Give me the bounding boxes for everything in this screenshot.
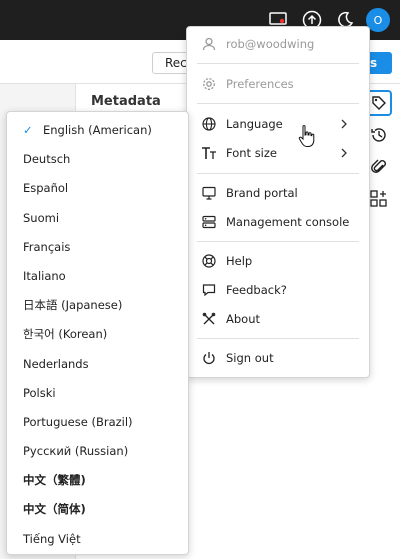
language-option[interactable]: Italiano: [7, 262, 188, 291]
language-option-label: 中文（繁體): [23, 473, 86, 488]
lifebuoy-icon: [201, 253, 217, 269]
language-option-label: Español: [23, 181, 69, 196]
gear-icon: [201, 76, 217, 92]
help-label: Help: [226, 254, 253, 268]
language-option[interactable]: Tiếng Việt: [7, 525, 188, 554]
language-option-label: Deutsch: [23, 152, 71, 167]
menu-item-language[interactable]: Language: [187, 111, 369, 137]
language-option[interactable]: Français: [7, 233, 188, 262]
feedback-label: Feedback?: [226, 283, 287, 297]
menu-divider: [197, 338, 359, 339]
menu-item-brand-portal[interactable]: Brand portal: [187, 180, 369, 206]
language-option[interactable]: 中文（繁體): [7, 466, 188, 495]
language-option-label: Polski: [23, 385, 56, 400]
language-option[interactable]: 한국어 (Korean): [7, 320, 188, 349]
language-option[interactable]: Русский (Russian): [7, 437, 188, 466]
hand-pointer-cursor-icon: [297, 124, 317, 148]
language-option-label: Portuguese (Brazil): [23, 414, 133, 429]
language-option[interactable]: 中文（简体): [7, 495, 188, 524]
menu-item-font-size[interactable]: Font size: [187, 140, 369, 166]
language-option[interactable]: Portuguese (Brazil): [7, 408, 188, 437]
menu-item-preferences: Preferences: [187, 71, 369, 97]
language-option-label: Suomi: [23, 210, 60, 225]
user-icon: [201, 36, 217, 52]
language-option-label: 日本語 (Japanese): [23, 298, 123, 313]
metadata-title: Metadata: [91, 94, 161, 109]
font-size-label: Font size: [226, 146, 277, 160]
language-option-label: Français: [23, 239, 71, 254]
user-email-row: rob@woodwing: [187, 31, 369, 57]
about-tools-icon: [201, 311, 217, 327]
sign-out-label: Sign out: [226, 351, 274, 365]
menu-divider: [197, 103, 359, 104]
monitor-icon: [201, 185, 217, 201]
language-option-label: English (American): [43, 123, 152, 137]
menu-item-management-console[interactable]: Management console: [187, 209, 369, 235]
language-option-label: 中文（简体): [23, 502, 86, 517]
language-option[interactable]: Español: [7, 174, 188, 203]
chevron-right-icon: [337, 145, 351, 161]
language-option-label: Nederlands: [23, 356, 89, 371]
power-icon: [201, 350, 217, 366]
menu-item-feedback[interactable]: Feedback?: [187, 277, 369, 303]
management-console-label: Management console: [226, 215, 350, 229]
server-icon: [201, 214, 217, 230]
menu-divider: [197, 241, 359, 242]
language-option[interactable]: Deutsch: [7, 145, 188, 174]
menu-item-help[interactable]: Help: [187, 248, 369, 274]
menu-item-about[interactable]: About: [187, 306, 369, 332]
language-submenu: ✓ English (American) Deutsch Español Suomi Fr…: [6, 111, 189, 555]
language-option-label: Tiếng Việt: [23, 531, 81, 546]
chat-bubble-icon: [201, 282, 217, 298]
menu-divider: [197, 63, 359, 64]
menu-divider: [197, 173, 359, 174]
chevron-right-icon: [337, 116, 351, 132]
menu-item-sign-out[interactable]: Sign out: [187, 345, 369, 371]
language-option[interactable]: 日本語 (Japanese): [7, 291, 188, 320]
language-label: Language: [226, 117, 283, 131]
user-menu: rob@woodwing Preferences Language Font s…: [186, 26, 370, 378]
checkmark-icon: ✓: [23, 123, 33, 137]
user-email: rob@woodwing: [226, 37, 315, 51]
font-size-icon: [201, 145, 217, 161]
language-option-label: 한국어 (Korean): [23, 327, 108, 342]
about-label: About: [226, 312, 261, 326]
language-option[interactable]: ✓ English (American): [7, 116, 188, 145]
language-option[interactable]: Nederlands: [7, 350, 188, 379]
language-option[interactable]: Polski: [7, 379, 188, 408]
language-option-label: Italiano: [23, 268, 66, 283]
preferences-label: Preferences: [226, 77, 294, 91]
language-option-label: Русский (Russian): [23, 444, 129, 459]
brand-portal-label: Brand portal: [226, 186, 298, 200]
globe-icon: [201, 116, 217, 132]
language-option[interactable]: Suomi: [7, 204, 188, 233]
